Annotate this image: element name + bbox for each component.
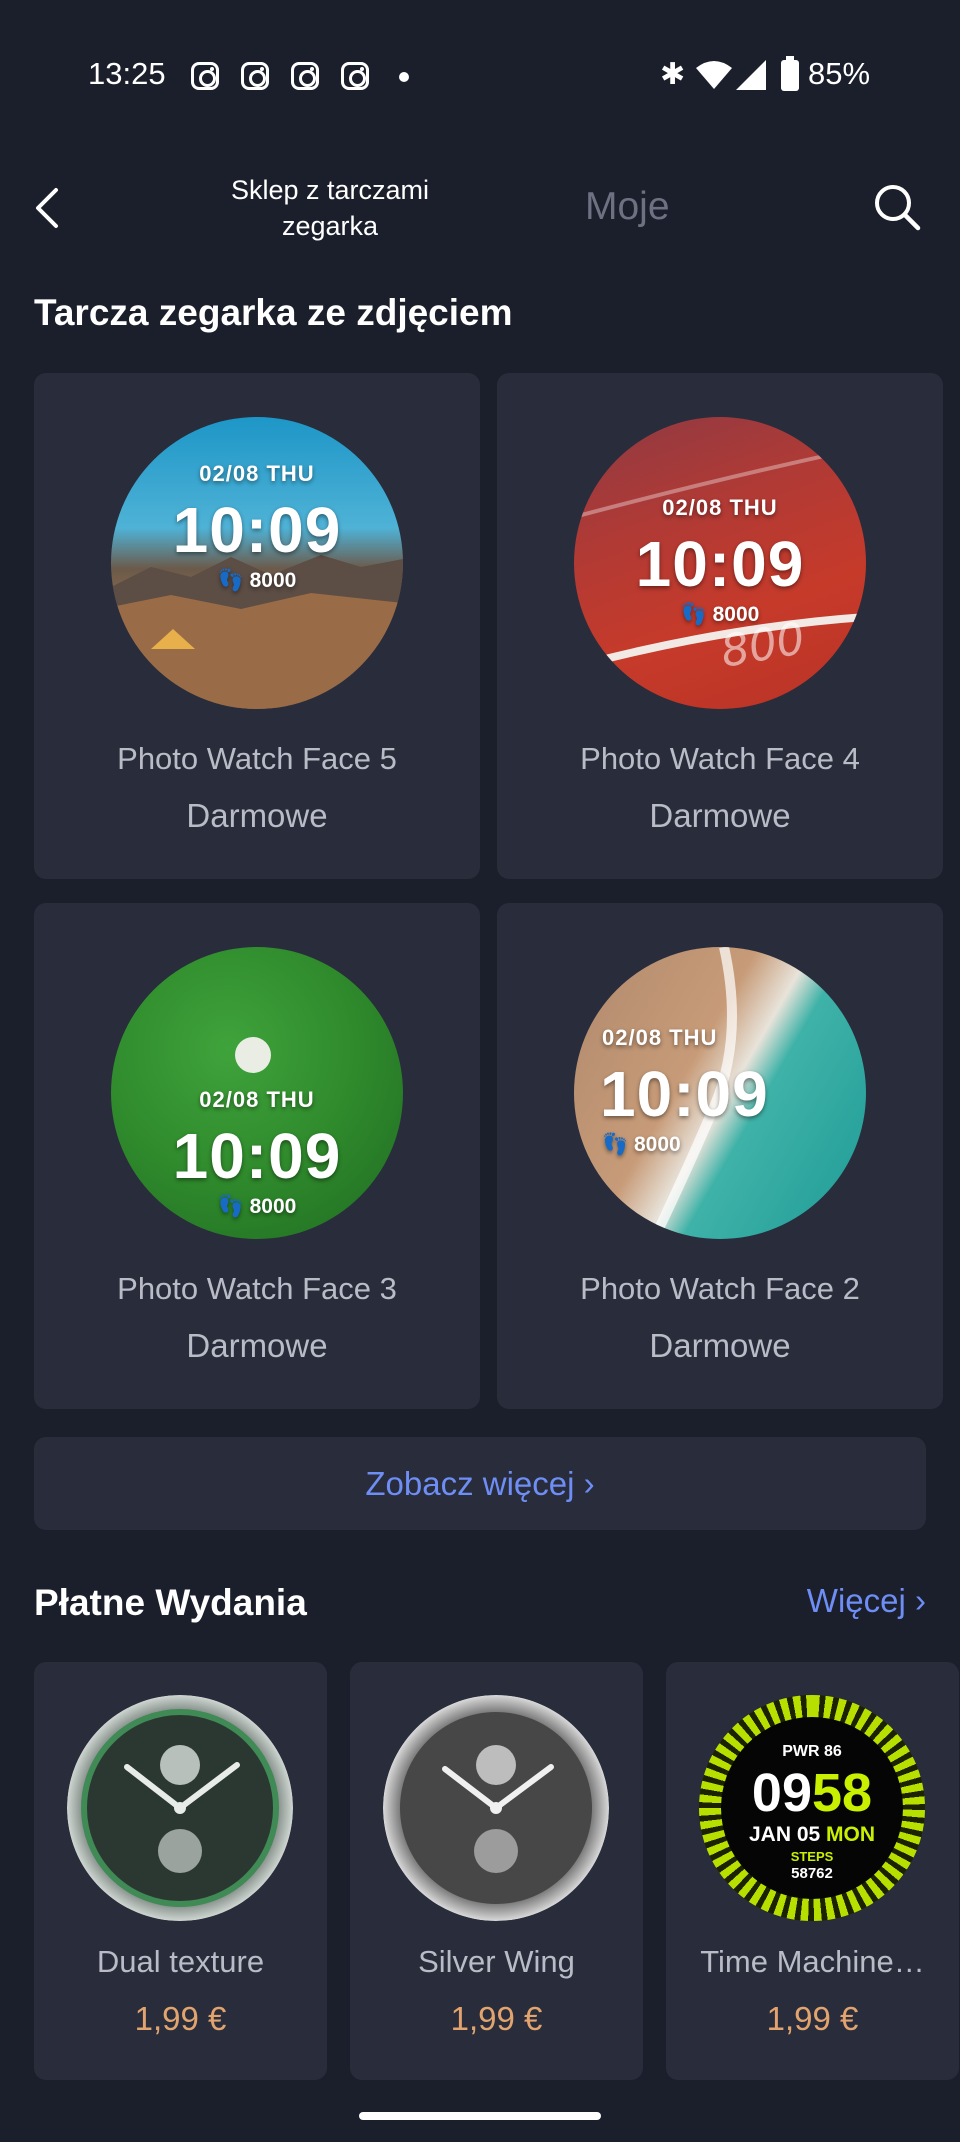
face-hour: 09 [751,1763,812,1823]
card-name: Photo Watch Face 3 [117,1271,397,1306]
instagram-icon [191,62,219,90]
paid-watch-card[interactable]: Silver Wing 1,99 € [350,1662,643,2080]
watch-face-preview [67,1695,293,1921]
face-time: 10:09 [600,1058,769,1130]
instagram-icon [341,62,369,90]
battery-icon [781,56,799,91]
card-price: 1,99 € [766,2000,859,2037]
steps-value: 8000 [712,603,760,626]
steps-icon: 👣 [217,569,250,592]
card-name: Dual texture [96,1944,265,1979]
more-notifications-icon [399,72,409,82]
paid-watch-card[interactable]: Dual texture 1,99 € [34,1662,327,2080]
see-more-label: Zobacz więcej [365,1465,575,1502]
tab-mine[interactable]: Moje [585,185,670,229]
watch-face-preview: 800 02/08 THU 10:09 👣 8000 [574,417,866,709]
tab-store[interactable]: Sklep z tarczami zegarka [215,172,445,244]
card-price: Darmowe [186,1327,328,1364]
face-time: 10:09 [172,494,342,566]
instagram-icon [291,62,319,90]
paid-watch-card[interactable]: PWR 86 0958 JAN 05 MON STEPS 58762 Time … [666,1662,959,2080]
watch-face-preview: 02/08 THU 10:09 👣 8000 [111,947,403,1239]
face-steps: 👣 8000 [111,1195,403,1219]
wifi-icon [696,61,732,89]
face-time: 10:09 [635,528,805,600]
watch-face-card[interactable]: 800 02/08 THU 10:09 👣 8000 Photo Watch F… [497,373,943,879]
battery-percent: 85% [808,56,871,91]
search-icon[interactable] [872,182,922,232]
face-steps: 👣 8000 [574,603,866,627]
watch-face-card[interactable]: 02/08 THU 10:09 👣 8000 Photo Watch Face … [34,903,480,1409]
steps-value: 8000 [249,569,297,592]
face-time: 0958 [699,1763,925,1823]
photo-section-title: Tarcza zegarka ze zdjęciem [34,292,513,333]
card-price: 1,99 € [450,2000,543,2037]
signal-icon [736,60,766,90]
watch-face-card[interactable]: 02/08 THU 10:09 👣 8000 Photo Watch Face … [497,903,943,1409]
face-date: JAN 05 [748,1823,821,1846]
face-date: 02/08 THU [199,461,315,486]
face-day: MON [826,1823,876,1846]
face-steps: 58762 [791,1865,833,1882]
home-indicator[interactable] [359,2112,601,2120]
face-power: PWR 86 [782,1743,842,1760]
face-date: 02/08 THU [662,495,778,520]
watch-face-preview: 02/08 THU 10:09 👣 8000 [111,417,403,709]
instagram-icon [241,62,269,90]
face-steps: 👣 8000 [574,1133,866,1157]
chevron-right-icon: › [583,1465,595,1502]
back-icon[interactable] [30,186,70,230]
card-name: Photo Watch Face 2 [580,1271,860,1306]
face-date-row: JAN 05 MON [699,1823,925,1847]
paid-section-title: Płatne Wydania [34,1582,307,1623]
steps-icon: 👣 [602,1133,634,1156]
watch-face-preview: 02/08 THU 10:09 👣 8000 [574,947,866,1239]
steps-icon: 👣 [680,603,713,626]
watch-face-preview: PWR 86 0958 JAN 05 MON STEPS 58762 [699,1695,925,1921]
card-price: Darmowe [649,1327,791,1364]
face-minute: 58 [812,1763,873,1823]
card-name: Silver Wing [418,1944,575,1979]
status-time: 13:25 [88,56,166,91]
card-price: Darmowe [649,797,791,834]
face-time: 10:09 [172,1120,342,1192]
face-steps-label: STEPS [790,1849,834,1864]
watch-face-card[interactable]: 02/08 THU 10:09 👣 8000 Photo Watch Face … [34,373,480,879]
steps-value: 8000 [249,1195,297,1218]
face-date: 02/08 THU [602,1025,718,1050]
chevron-right-icon: › [915,1582,926,1619]
see-more-button[interactable]: Zobacz więcej › [34,1437,926,1530]
watch-face-preview [383,1695,609,1921]
face-steps: 👣 8000 [111,569,403,593]
card-name: Photo Watch Face 4 [580,741,860,776]
face-date: 02/08 THU [199,1087,315,1112]
more-label: Więcej [806,1582,906,1619]
paid-more-link[interactable]: Więcej › [807,1582,926,1620]
card-name: Time Machine… [700,1944,925,1979]
steps-value: 8000 [633,1133,681,1156]
bluetooth-icon: ✱ [660,58,686,91]
steps-icon: 👣 [217,1195,250,1218]
card-name: Photo Watch Face 5 [117,741,397,776]
card-price: Darmowe [186,797,328,834]
card-price: 1,99 € [134,2000,227,2037]
status-bar: 13:25 ✱ 85% [0,0,960,150]
